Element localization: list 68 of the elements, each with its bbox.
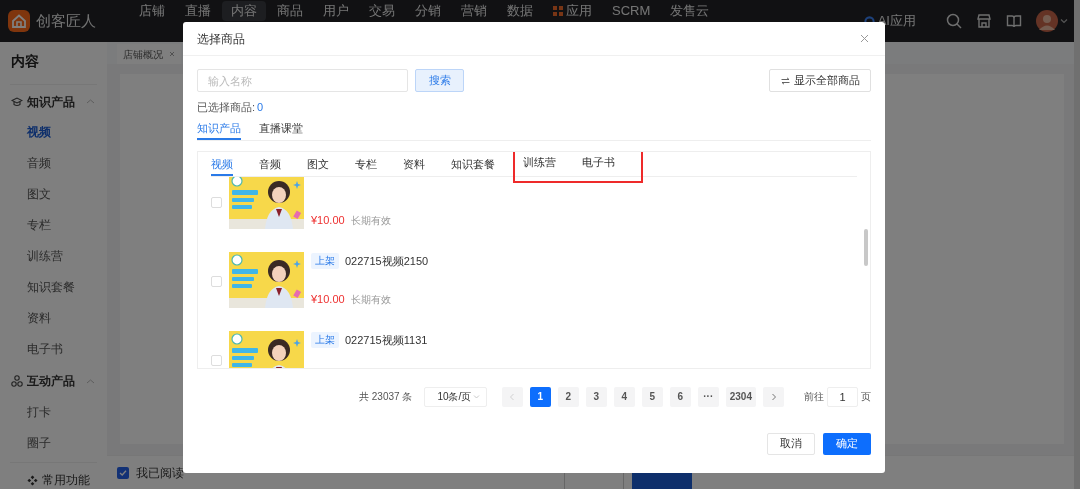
show-all-button[interactable]: 显示全部商品 <box>769 69 871 92</box>
nav-item[interactable]: 内容 <box>222 1 266 21</box>
status-tag: 上架 <box>311 252 339 269</box>
sidebar-item[interactable]: 打卡 <box>0 396 107 428</box>
sidebar-item[interactable]: 知识套餐 <box>0 271 107 303</box>
sidebar-title: 内容 <box>11 52 40 71</box>
type-tab[interactable]: 训练营 <box>523 153 556 174</box>
nav-item[interactable]: 交易 <box>360 1 404 21</box>
page-button[interactable]: 6 <box>669 386 691 407</box>
page-button[interactable]: 2304 <box>725 386 756 407</box>
validity-text: 长期有效 <box>350 214 391 228</box>
page-button[interactable]: 1 <box>529 386 551 407</box>
sidebar-item[interactable]: 图文 <box>0 178 107 210</box>
type-tab[interactable]: 专栏 <box>355 155 377 176</box>
type-tab[interactable]: 知识套餐 <box>451 155 495 176</box>
page-size-select[interactable]: 10条/页 <box>424 386 487 407</box>
page-button[interactable]: 3 <box>585 386 607 407</box>
sidebar-item[interactable]: 专栏 <box>0 209 107 241</box>
sidebar-group-header[interactable]: 知识产品 <box>0 87 107 117</box>
cancel-button[interactable]: 取消 <box>767 432 815 455</box>
nav-item[interactable]: 发售云 <box>661 1 719 21</box>
validity-text: 长期有效 <box>350 293 391 307</box>
goto-page-field[interactable]: 1 <box>827 386 858 407</box>
product-name: 022715视频2150 <box>345 253 429 269</box>
sidebar-item[interactable]: 资料 <box>0 302 107 334</box>
search-field[interactable]: 输入名称 <box>197 69 408 92</box>
logo-text: 创客匠人 <box>36 10 97 31</box>
type-tab[interactable]: 资料 <box>403 155 425 176</box>
type-tab[interactable]: 视频 <box>211 155 233 176</box>
sidebar-footer-link[interactable]: 常用功能 <box>42 471 90 489</box>
nav-item[interactable]: 营销 <box>452 1 496 21</box>
agreement-text: 我已阅读 <box>136 464 184 482</box>
nav-item[interactable]: 商品 <box>268 1 312 21</box>
page-button[interactable]: ··· <box>697 386 719 407</box>
confirm-button[interactable]: 确定 <box>823 432 871 455</box>
nav-item[interactable]: 应用 <box>544 1 601 21</box>
type-tab[interactable]: 电子书 <box>582 153 615 174</box>
sidebar-group-header[interactable]: 互动产品 <box>0 366 107 397</box>
nav-item[interactable]: 用户 <box>314 1 358 21</box>
nav-item[interactable]: 分销 <box>406 1 450 21</box>
goto-label: 前往 <box>804 390 824 404</box>
nav-item[interactable]: 数据 <box>498 1 542 21</box>
nav-item[interactable]: 直播 <box>176 1 220 21</box>
category-tab[interactable]: 直播课堂 <box>259 118 303 140</box>
total-count: 共 23037 条 <box>359 390 413 404</box>
page-button[interactable]: 5 <box>641 386 663 407</box>
type-tab[interactable]: 音频 <box>259 155 281 176</box>
type-tab[interactable]: 图文 <box>307 155 329 176</box>
page-button[interactable]: 4 <box>613 386 635 407</box>
selected-count-label: 已选择商品: <box>197 100 256 115</box>
category-tab[interactable]: 知识产品 <box>197 118 241 140</box>
sidebar-item[interactable]: 音频 <box>0 147 107 179</box>
nav-item[interactable]: 店铺 <box>130 1 174 21</box>
page-tab[interactable]: 店铺概况 <box>117 44 181 64</box>
status-tag: 上架 <box>311 331 339 348</box>
sidebar-item[interactable]: 电子书 <box>0 333 107 365</box>
product-price: ¥10.00 <box>311 292 345 307</box>
dialog-title: 选择商品 <box>197 30 245 48</box>
nav-item[interactable]: SCRM <box>603 1 660 21</box>
product-price: ¥10.00 <box>311 213 345 228</box>
product-name: 022715视频1131 <box>345 332 428 348</box>
sidebar-item[interactable]: 视频 <box>0 116 107 148</box>
page-button[interactable]: 2 <box>557 386 579 407</box>
selected-count-value: 0 <box>257 100 264 115</box>
search-button[interactable]: 搜索 <box>415 69 464 92</box>
sidebar-item[interactable]: 训练营 <box>0 240 107 272</box>
page-unit: 页 <box>861 390 871 404</box>
sidebar-item[interactable]: 圈子 <box>0 427 107 459</box>
